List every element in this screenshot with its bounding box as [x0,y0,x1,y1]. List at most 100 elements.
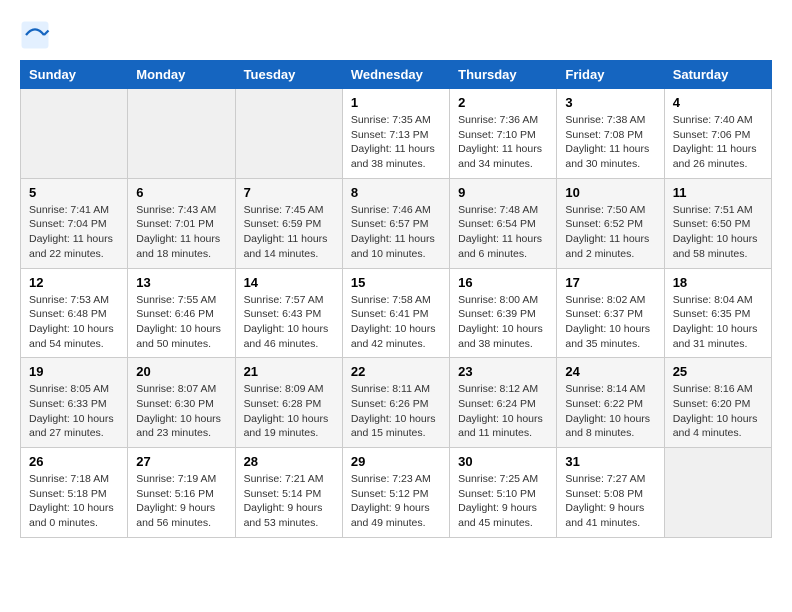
day-number: 25 [673,364,763,379]
day-info: Sunrise: 7:51 AM Sunset: 6:50 PM Dayligh… [673,203,763,262]
calendar-cell: 20 Sunrise: 8:07 AM Sunset: 6:30 PM Dayli… [128,358,235,448]
day-number: 10 [565,185,655,200]
calendar-cell: 30 Sunrise: 7:25 AM Sunset: 5:10 PM Dayli… [450,448,557,538]
calendar-cell: 24 Sunrise: 8:14 AM Sunset: 6:22 PM Dayli… [557,358,664,448]
calendar-cell: 13 Sunrise: 7:55 AM Sunset: 6:46 PM Dayli… [128,268,235,358]
day-info: Sunrise: 7:41 AM Sunset: 7:04 PM Dayligh… [29,203,119,262]
day-number: 3 [565,95,655,110]
day-info: Sunrise: 7:21 AM Sunset: 5:14 PM Dayligh… [244,472,334,531]
day-info: Sunrise: 7:53 AM Sunset: 6:48 PM Dayligh… [29,293,119,352]
calendar-cell: 12 Sunrise: 7:53 AM Sunset: 6:48 PM Dayli… [21,268,128,358]
calendar-cell: 6 Sunrise: 7:43 AM Sunset: 7:01 PM Daylig… [128,178,235,268]
calendar-cell: 14 Sunrise: 7:57 AM Sunset: 6:43 PM Dayli… [235,268,342,358]
col-header-saturday: Saturday [664,61,771,89]
day-number: 2 [458,95,548,110]
day-number: 21 [244,364,334,379]
day-info: Sunrise: 7:46 AM Sunset: 6:57 PM Dayligh… [351,203,441,262]
day-info: Sunrise: 7:18 AM Sunset: 5:18 PM Dayligh… [29,472,119,531]
day-number: 16 [458,275,548,290]
day-info: Sunrise: 7:58 AM Sunset: 6:41 PM Dayligh… [351,293,441,352]
calendar-cell [235,89,342,179]
day-number: 20 [136,364,226,379]
day-info: Sunrise: 8:07 AM Sunset: 6:30 PM Dayligh… [136,382,226,441]
calendar-cell [664,448,771,538]
calendar-cell: 3 Sunrise: 7:38 AM Sunset: 7:08 PM Daylig… [557,89,664,179]
calendar-cell: 4Sunrise: 7:40 AM Sunset: 7:06 PM Daylig… [664,89,771,179]
day-number: 7 [244,185,334,200]
day-number: 17 [565,275,655,290]
day-info: Sunrise: 7:36 AM Sunset: 7:10 PM Dayligh… [458,113,548,172]
calendar-week-row: 12 Sunrise: 7:53 AM Sunset: 6:48 PM Dayli… [21,268,772,358]
calendar-table: SundayMondayTuesdayWednesdayThursdayFrid… [20,60,772,538]
logo-icon [20,20,50,50]
calendar-week-row: 26 Sunrise: 7:18 AM Sunset: 5:18 PM Dayli… [21,448,772,538]
col-header-thursday: Thursday [450,61,557,89]
day-number: 11 [673,185,763,200]
calendar-cell: 1 Sunrise: 7:35 AM Sunset: 7:13 PM Daylig… [342,89,449,179]
calendar-cell: 28Sunrise: 7:21 AM Sunset: 5:14 PM Dayli… [235,448,342,538]
calendar-cell: 18 Sunrise: 8:04 AM Sunset: 6:35 PM Dayli… [664,268,771,358]
calendar-header-row: SundayMondayTuesdayWednesdayThursdayFrid… [21,61,772,89]
day-info: Sunrise: 7:40 AM Sunset: 7:06 PM Dayligh… [673,113,763,172]
day-info: Sunrise: 7:48 AM Sunset: 6:54 PM Dayligh… [458,203,548,262]
day-info: Sunrise: 8:11 AM Sunset: 6:26 PM Dayligh… [351,382,441,441]
day-number: 13 [136,275,226,290]
day-info: Sunrise: 7:23 AM Sunset: 5:12 PM Dayligh… [351,472,441,531]
calendar-cell: 29 Sunrise: 7:23 AM Sunset: 5:12 PM Dayli… [342,448,449,538]
day-number: 14 [244,275,334,290]
calendar-cell: 21Sunrise: 8:09 AM Sunset: 6:28 PM Dayli… [235,358,342,448]
day-number: 19 [29,364,119,379]
calendar-cell: 7 Sunrise: 7:45 AM Sunset: 6:59 PM Daylig… [235,178,342,268]
day-info: Sunrise: 7:19 AM Sunset: 5:16 PM Dayligh… [136,472,226,531]
day-number: 12 [29,275,119,290]
calendar-cell: 10Sunrise: 7:50 AM Sunset: 6:52 PM Dayli… [557,178,664,268]
day-number: 22 [351,364,441,379]
calendar-cell: 26 Sunrise: 7:18 AM Sunset: 5:18 PM Dayli… [21,448,128,538]
day-number: 27 [136,454,226,469]
day-info: Sunrise: 7:25 AM Sunset: 5:10 PM Dayligh… [458,472,548,531]
col-header-sunday: Sunday [21,61,128,89]
calendar-week-row: 19 Sunrise: 8:05 AM Sunset: 6:33 PM Dayli… [21,358,772,448]
day-info: Sunrise: 8:05 AM Sunset: 6:33 PM Dayligh… [29,382,119,441]
calendar-cell: 16 Sunrise: 8:00 AM Sunset: 6:39 PM Dayli… [450,268,557,358]
day-info: Sunrise: 8:12 AM Sunset: 6:24 PM Dayligh… [458,382,548,441]
day-number: 31 [565,454,655,469]
calendar-cell: 8 Sunrise: 7:46 AM Sunset: 6:57 PM Daylig… [342,178,449,268]
calendar-cell: 27 Sunrise: 7:19 AM Sunset: 5:16 PM Dayli… [128,448,235,538]
day-info: Sunrise: 7:35 AM Sunset: 7:13 PM Dayligh… [351,113,441,172]
day-number: 26 [29,454,119,469]
day-info: Sunrise: 7:38 AM Sunset: 7:08 PM Dayligh… [565,113,655,172]
day-info: Sunrise: 7:55 AM Sunset: 6:46 PM Dayligh… [136,293,226,352]
day-number: 8 [351,185,441,200]
col-header-monday: Monday [128,61,235,89]
calendar-cell: 31 Sunrise: 7:27 AM Sunset: 5:08 PM Dayli… [557,448,664,538]
day-info: Sunrise: 7:27 AM Sunset: 5:08 PM Dayligh… [565,472,655,531]
day-number: 18 [673,275,763,290]
day-info: Sunrise: 8:00 AM Sunset: 6:39 PM Dayligh… [458,293,548,352]
day-number: 30 [458,454,548,469]
calendar-cell [21,89,128,179]
day-info: Sunrise: 8:04 AM Sunset: 6:35 PM Dayligh… [673,293,763,352]
day-number: 6 [136,185,226,200]
col-header-friday: Friday [557,61,664,89]
logo [20,20,54,50]
calendar-cell [128,89,235,179]
calendar-cell: 22 Sunrise: 8:11 AM Sunset: 6:26 PM Dayli… [342,358,449,448]
day-number: 29 [351,454,441,469]
day-number: 23 [458,364,548,379]
day-number: 24 [565,364,655,379]
day-info: Sunrise: 7:57 AM Sunset: 6:43 PM Dayligh… [244,293,334,352]
calendar-cell: 9Sunrise: 7:48 AM Sunset: 6:54 PM Daylig… [450,178,557,268]
calendar-cell: 19 Sunrise: 8:05 AM Sunset: 6:33 PM Dayli… [21,358,128,448]
day-info: Sunrise: 7:43 AM Sunset: 7:01 PM Dayligh… [136,203,226,262]
calendar-cell: 5 Sunrise: 7:41 AM Sunset: 7:04 PM Daylig… [21,178,128,268]
day-info: Sunrise: 8:14 AM Sunset: 6:22 PM Dayligh… [565,382,655,441]
day-info: Sunrise: 7:45 AM Sunset: 6:59 PM Dayligh… [244,203,334,262]
day-number: 5 [29,185,119,200]
page-header [20,20,772,50]
day-number: 1 [351,95,441,110]
calendar-week-row: 1 Sunrise: 7:35 AM Sunset: 7:13 PM Daylig… [21,89,772,179]
calendar-cell: 2 Sunrise: 7:36 AM Sunset: 7:10 PM Daylig… [450,89,557,179]
calendar-cell: 11 Sunrise: 7:51 AM Sunset: 6:50 PM Dayli… [664,178,771,268]
day-info: Sunrise: 8:02 AM Sunset: 6:37 PM Dayligh… [565,293,655,352]
